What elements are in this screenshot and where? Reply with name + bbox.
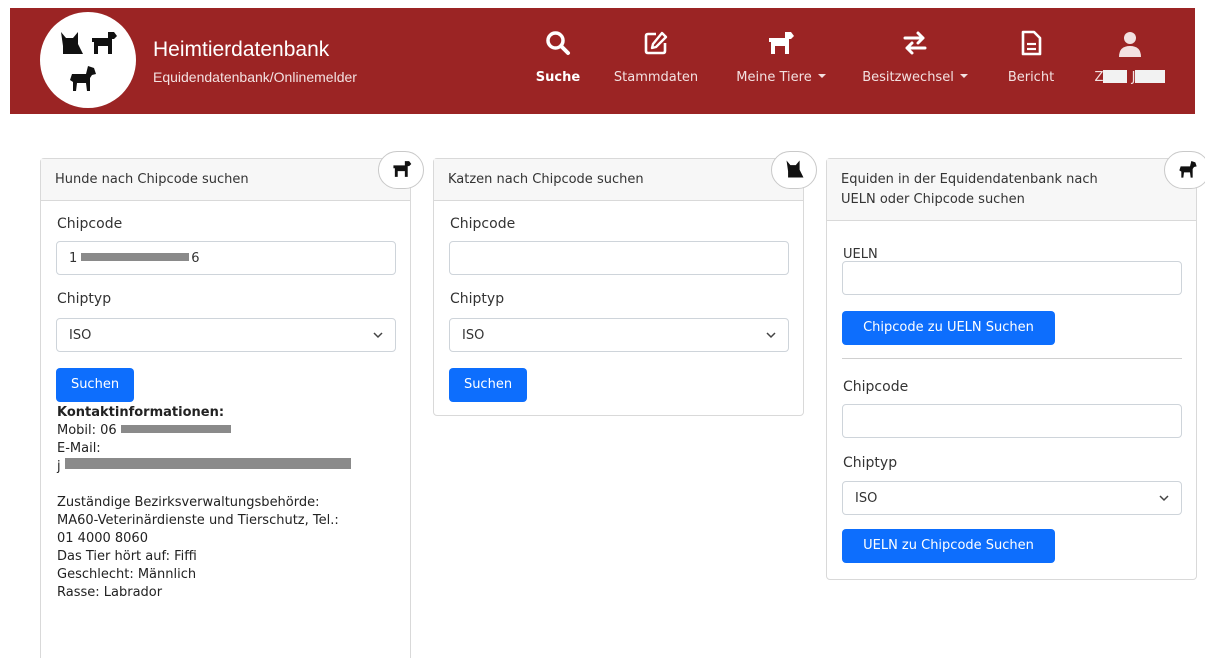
chipcode-label: Chipcode: [843, 379, 909, 395]
nav-bericht[interactable]: Bericht: [998, 30, 1064, 100]
document-icon: [1021, 30, 1042, 56]
chipcode-input[interactable]: [449, 241, 789, 275]
authority-line: MA60-Veterinärdienste und Tierschutz, Te…: [57, 513, 339, 528]
user-name: Z J: [1080, 70, 1180, 85]
animal-breed: Rasse: Labrador: [57, 585, 163, 600]
card-title: Hunde nach Chipcode suchen: [41, 159, 410, 201]
nav-user[interactable]: Z J: [1080, 30, 1180, 100]
nav-label-stammdaten: Stammdaten: [613, 70, 699, 85]
nav-label-besitzwechsel: Besitzwechsel: [850, 70, 980, 85]
chiptyp-label: Chiptyp: [450, 291, 505, 307]
chipcode-label: Chipcode: [57, 216, 123, 232]
dog-icon: [769, 32, 794, 54]
horse-badge: [1164, 151, 1205, 189]
user-icon: [1119, 32, 1141, 57]
redacted-bar: [120, 425, 231, 433]
chiptyp-select[interactable]: ISO: [449, 318, 789, 352]
chipcode-to-ueln-button[interactable]: Chipcode zu UELN Suchen: [842, 311, 1055, 345]
chevron-down-icon: [1159, 495, 1169, 502]
chiptyp-label: Chiptyp: [57, 291, 112, 307]
nav-text: Besitzwechsel: [862, 70, 954, 85]
nav-label-suche: Suche: [535, 70, 581, 85]
chevron-down-icon: [373, 332, 383, 339]
mobile-label: Mobil: 06: [57, 423, 117, 438]
edit-icon: [644, 31, 668, 55]
authority-line: Zuständige Bezirksverwaltungsbehörde:: [57, 495, 320, 510]
cat-badge: [771, 151, 817, 189]
cat-icon: [61, 32, 83, 54]
app-title: Heimtierdatenbank: [153, 38, 330, 61]
equid-search-card: Equiden in der Equidendatenbank nach UEL…: [826, 151, 1205, 580]
chipcode-input[interactable]: [842, 404, 1182, 438]
horse-icon: [1179, 161, 1197, 178]
chipcode-value-start: 1: [69, 251, 78, 266]
logo[interactable]: [40, 12, 136, 108]
redacted-block: [1103, 70, 1128, 83]
user-initial-first: Z: [1094, 70, 1104, 85]
email-label: E-Mail:: [57, 441, 101, 456]
chiptyp-select[interactable]: ISO: [56, 318, 396, 352]
mobile-line: Mobil: 06: [57, 422, 351, 440]
nav-label-bericht: Bericht: [1007, 70, 1055, 85]
contact-info: Kontaktinformationen: Mobil: 06 E-Mail: …: [57, 404, 351, 602]
horse-icon: [70, 66, 96, 91]
dog-icon: [92, 32, 117, 54]
redacted-block: [1135, 70, 1166, 83]
redacted-bar: [64, 458, 351, 469]
chiptyp-select[interactable]: ISO: [842, 481, 1182, 515]
card-title: Equiden in der Equidendatenbank nach UEL…: [827, 159, 1196, 221]
search-icon: [546, 31, 570, 55]
ueln-to-chipcode-button[interactable]: UELN zu Chipcode Suchen: [842, 529, 1055, 563]
contact-heading: Kontaktinformationen:: [57, 405, 225, 420]
chipcode-value-end: 6: [191, 251, 200, 266]
chiptyp-value: ISO: [462, 328, 485, 343]
chiptyp-value: ISO: [69, 328, 92, 343]
chiptyp-label: Chiptyp: [843, 455, 898, 471]
cat-search-card: Katzen nach Chipcode suchen Chipcode Chi…: [433, 151, 817, 416]
exchange-icon: [903, 31, 927, 55]
cat-icon: [786, 160, 804, 178]
dog-badge: [378, 151, 424, 189]
dog-icon: [393, 161, 412, 177]
top-navbar: Heimtierdatenbank Equidendatenbank/Onlin…: [10, 8, 1195, 114]
authority-phone: 01 4000 8060: [57, 531, 148, 546]
ueln-label: UELN: [843, 247, 878, 262]
nav-meine-tiere[interactable]: Meine Tiere: [726, 30, 836, 100]
animal-name: Das Tier hört auf: Fiffi: [57, 549, 197, 564]
nav-label-meine-tiere: Meine Tiere: [726, 70, 836, 85]
redacted-bar: [81, 253, 190, 261]
nav-stammdaten[interactable]: Stammdaten: [606, 30, 706, 100]
email-value-start: j: [57, 459, 61, 474]
ueln-input[interactable]: [842, 261, 1182, 295]
nav-besitzwechsel[interactable]: Besitzwechsel: [850, 30, 980, 100]
chevron-down-icon: [766, 332, 776, 339]
chevron-down-icon: [817, 74, 826, 78]
card-title-line: Equiden in der Equidendatenbank nach: [841, 172, 1098, 187]
chevron-down-icon: [959, 74, 968, 78]
search-button[interactable]: Suchen: [449, 368, 527, 402]
animal-sex: Geschlecht: Männlich: [57, 567, 197, 582]
chipcode-input[interactable]: 16: [56, 241, 396, 275]
card-title-line: UELN oder Chipcode suchen: [841, 192, 1025, 207]
nav-text: Meine Tiere: [736, 70, 812, 85]
app-subtitle: Equidendatenbank/Onlinemelder: [153, 69, 357, 85]
chipcode-label: Chipcode: [450, 216, 516, 232]
nav-suche[interactable]: Suche: [528, 30, 588, 100]
email-line: j: [57, 458, 351, 476]
dog-search-card: Hunde nach Chipcode suchen Chipcode 16 C…: [40, 151, 424, 658]
search-button[interactable]: Suchen: [56, 368, 134, 402]
card-title: Katzen nach Chipcode suchen: [434, 159, 803, 201]
divider: [842, 358, 1182, 359]
chiptyp-value: ISO: [855, 491, 878, 506]
